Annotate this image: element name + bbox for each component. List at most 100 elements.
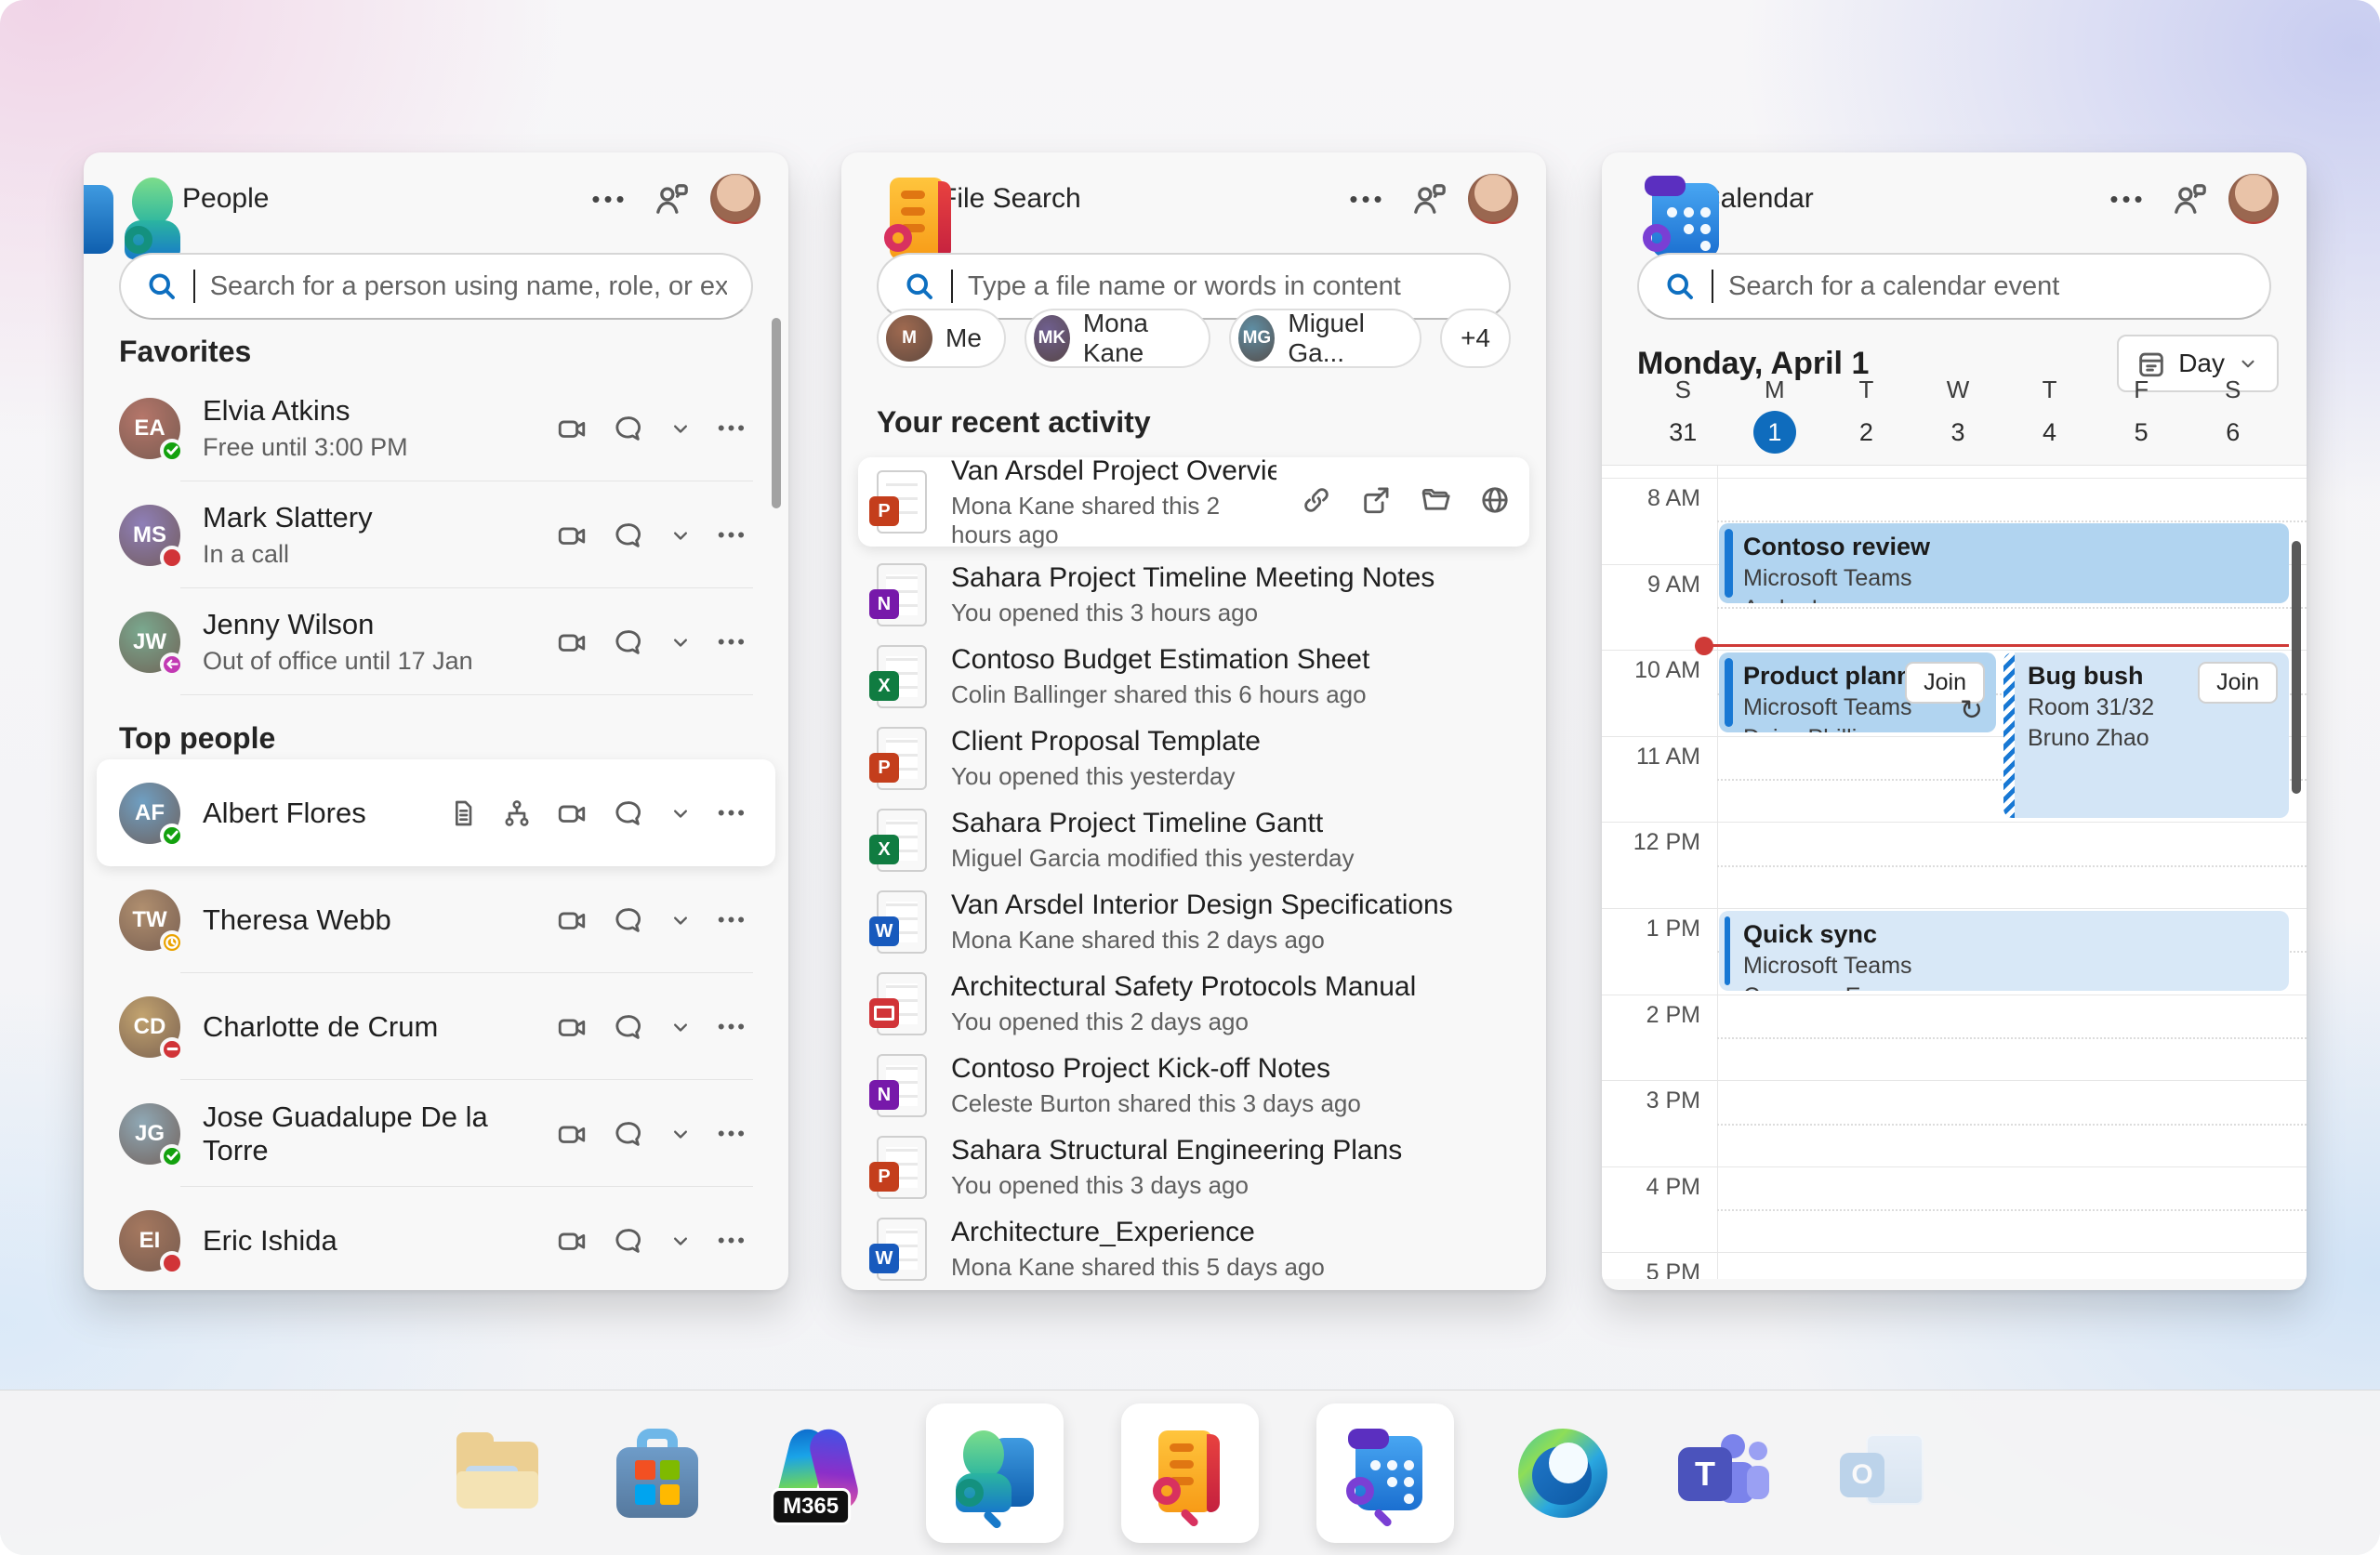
week-date[interactable]: 2 — [1844, 411, 1887, 454]
profile-avatar[interactable] — [1468, 174, 1518, 224]
chat-icon[interactable] — [612, 520, 643, 551]
calendar-event[interactable]: Contoso review Microsoft Teams Andre Law… — [1719, 523, 2289, 603]
profile-avatar[interactable] — [710, 174, 760, 224]
more-options-icon[interactable]: ••• — [718, 1229, 747, 1253]
file-row[interactable]: X Sahara Project Timeline Gantt Miguel G… — [877, 799, 1511, 881]
more-options-icon[interactable]: ••• — [588, 177, 632, 221]
person-filter-chip[interactable]: MKMona Kane — [1025, 309, 1211, 368]
chevron-down-icon[interactable] — [668, 1014, 694, 1040]
person-filter-chip[interactable]: MMe — [877, 309, 1006, 368]
file-activity: Miguel Garcia modified this yesterday — [951, 844, 1511, 873]
feedback-person-chat-icon[interactable] — [649, 177, 694, 221]
chat-icon[interactable] — [612, 1118, 643, 1150]
chat-icon[interactable] — [612, 1225, 643, 1257]
profile-card-icon[interactable] — [448, 798, 478, 828]
search-placeholder: Type a file name or words in content — [968, 271, 1401, 302]
chat-icon[interactable] — [612, 904, 643, 936]
chevron-down-icon[interactable] — [668, 415, 694, 441]
file-row[interactable]: P Client Proposal Template You opened th… — [877, 718, 1511, 799]
chevron-down-icon[interactable] — [668, 522, 694, 548]
file-row[interactable]: N Sahara Project Timeline Meeting Notes … — [877, 554, 1511, 636]
calendar-event[interactable]: Quick sync Microsoft Teams Cameron Evans — [1719, 911, 2289, 991]
video-call-icon[interactable] — [556, 797, 588, 829]
video-call-icon[interactable] — [556, 413, 588, 444]
file-title: Contoso Project Kick-off Notes — [951, 1053, 1511, 1085]
calendar-search-input[interactable]: Search for a calendar event — [1637, 253, 2271, 320]
chevron-down-icon[interactable] — [668, 1121, 694, 1147]
file-type-icon: N — [877, 563, 927, 626]
chevron-down-icon[interactable] — [668, 800, 694, 826]
more-options-icon[interactable]: ••• — [1345, 177, 1390, 221]
taskbar-app-folder[interactable] — [446, 1403, 549, 1543]
taskbar-app-store[interactable] — [606, 1403, 708, 1543]
file-row[interactable]: W Van Arsdel Interior Design Specificati… — [877, 881, 1511, 963]
file-row[interactable]: N Contoso Project Kick-off Notes Celeste… — [877, 1045, 1511, 1127]
week-date[interactable]: 1 — [1753, 411, 1796, 454]
taskbar-app-calendar[interactable] — [1316, 1403, 1454, 1543]
more-options-icon[interactable]: ••• — [718, 1015, 747, 1039]
calendar-scrollbar[interactable] — [2292, 541, 2301, 794]
taskbar-app-people[interactable] — [926, 1403, 1064, 1543]
file-row[interactable]: P Van Arsdel Project Overview... Mona Ka… — [858, 457, 1529, 547]
chat-icon[interactable] — [612, 797, 643, 829]
org-chart-icon[interactable] — [502, 798, 532, 828]
video-call-icon[interactable] — [556, 1118, 588, 1150]
file-row[interactable]: Architectural Safety Protocols Manual Yo… — [877, 963, 1511, 1045]
video-call-icon[interactable] — [556, 1011, 588, 1043]
more-options-icon[interactable]: ••• — [718, 801, 747, 825]
chevron-down-icon — [2236, 351, 2260, 376]
person-row[interactable]: MS Mark Slattery In a call ••• — [119, 481, 753, 588]
file-row[interactable]: P Sahara Structural Engineering Plans Yo… — [877, 1127, 1511, 1208]
profile-avatar[interactable] — [2228, 174, 2279, 224]
video-call-icon[interactable] — [556, 904, 588, 936]
more-options-icon[interactable]: ••• — [718, 630, 747, 654]
feedback-person-chat-icon[interactable] — [2167, 177, 2212, 221]
person-row[interactable]: CD Charlotte de Crum ••• — [119, 973, 753, 1080]
taskbar-app-edge[interactable] — [1512, 1403, 1614, 1543]
person-row[interactable]: JW Jenny Wilson Out of office until 17 J… — [119, 588, 753, 695]
more-options-icon[interactable]: ••• — [2106, 177, 2150, 221]
taskbar-app-filesearch[interactable] — [1121, 1403, 1259, 1543]
file-activity: You opened this 3 days ago — [951, 1171, 1511, 1200]
people-scrollbar[interactable] — [772, 318, 781, 508]
join-button[interactable]: Join — [2198, 662, 2278, 704]
person-row[interactable]: AF Albert Flores ••• — [97, 759, 775, 866]
copy-link-icon[interactable] — [1301, 484, 1332, 521]
video-call-icon[interactable] — [556, 520, 588, 551]
more-options-icon[interactable]: ••• — [718, 1122, 747, 1146]
person-row[interactable]: JG Jose Guadalupe De la Torre ••• — [119, 1080, 753, 1187]
video-call-icon[interactable] — [556, 1225, 588, 1257]
people-search-input[interactable]: Search for a person using name, role, or… — [119, 253, 753, 320]
week-date[interactable]: 5 — [2120, 411, 2162, 454]
more-options-icon[interactable]: ••• — [718, 908, 747, 932]
chevron-down-icon[interactable] — [668, 629, 694, 655]
chat-icon[interactable] — [612, 626, 643, 658]
person-filter-chip[interactable]: +4 — [1440, 309, 1511, 368]
week-date[interactable]: 31 — [1661, 411, 1704, 454]
person-row[interactable]: TW Theresa Webb ••• — [119, 866, 753, 973]
week-date[interactable]: 3 — [1937, 411, 1979, 454]
share-icon[interactable] — [1360, 484, 1392, 521]
person-filter-chip[interactable]: MGMiguel Ga... — [1229, 309, 1421, 368]
file-row[interactable]: X Contoso Budget Estimation Sheet Colin … — [877, 636, 1511, 718]
taskbar-app-m365[interactable]: M365 — [766, 1403, 868, 1543]
chevron-down-icon[interactable] — [668, 907, 694, 933]
chat-icon[interactable] — [612, 1011, 643, 1043]
taskbar-app-teams[interactable]: T — [1672, 1403, 1774, 1543]
week-date[interactable]: 6 — [2212, 411, 2254, 454]
open-folder-icon[interactable] — [1420, 484, 1451, 521]
video-call-icon[interactable] — [556, 626, 588, 658]
file-row[interactable]: W Architecture_Experience Mona Kane shar… — [877, 1208, 1511, 1290]
open-in-browser-globe-icon[interactable] — [1479, 484, 1511, 521]
week-date[interactable]: 4 — [2029, 411, 2071, 454]
feedback-person-chat-icon[interactable] — [1407, 177, 1451, 221]
calendar-event[interactable]: Bug bush Room 31/32 Bruno Zhao Join — [2003, 652, 2289, 818]
more-options-icon[interactable]: ••• — [718, 416, 747, 441]
chat-icon[interactable] — [612, 413, 643, 444]
more-options-icon[interactable]: ••• — [718, 523, 747, 547]
calendar-event[interactable]: Product planning Microsoft Teams Daisy P… — [1719, 652, 1996, 732]
person-row[interactable]: EI Eric Ishida ••• — [119, 1187, 753, 1290]
chevron-down-icon[interactable] — [668, 1228, 694, 1254]
person-row[interactable]: EA Elvia Atkins Free until 3:00 PM ••• — [119, 375, 753, 481]
taskbar-app-outlook[interactable]: O — [1831, 1403, 1934, 1543]
